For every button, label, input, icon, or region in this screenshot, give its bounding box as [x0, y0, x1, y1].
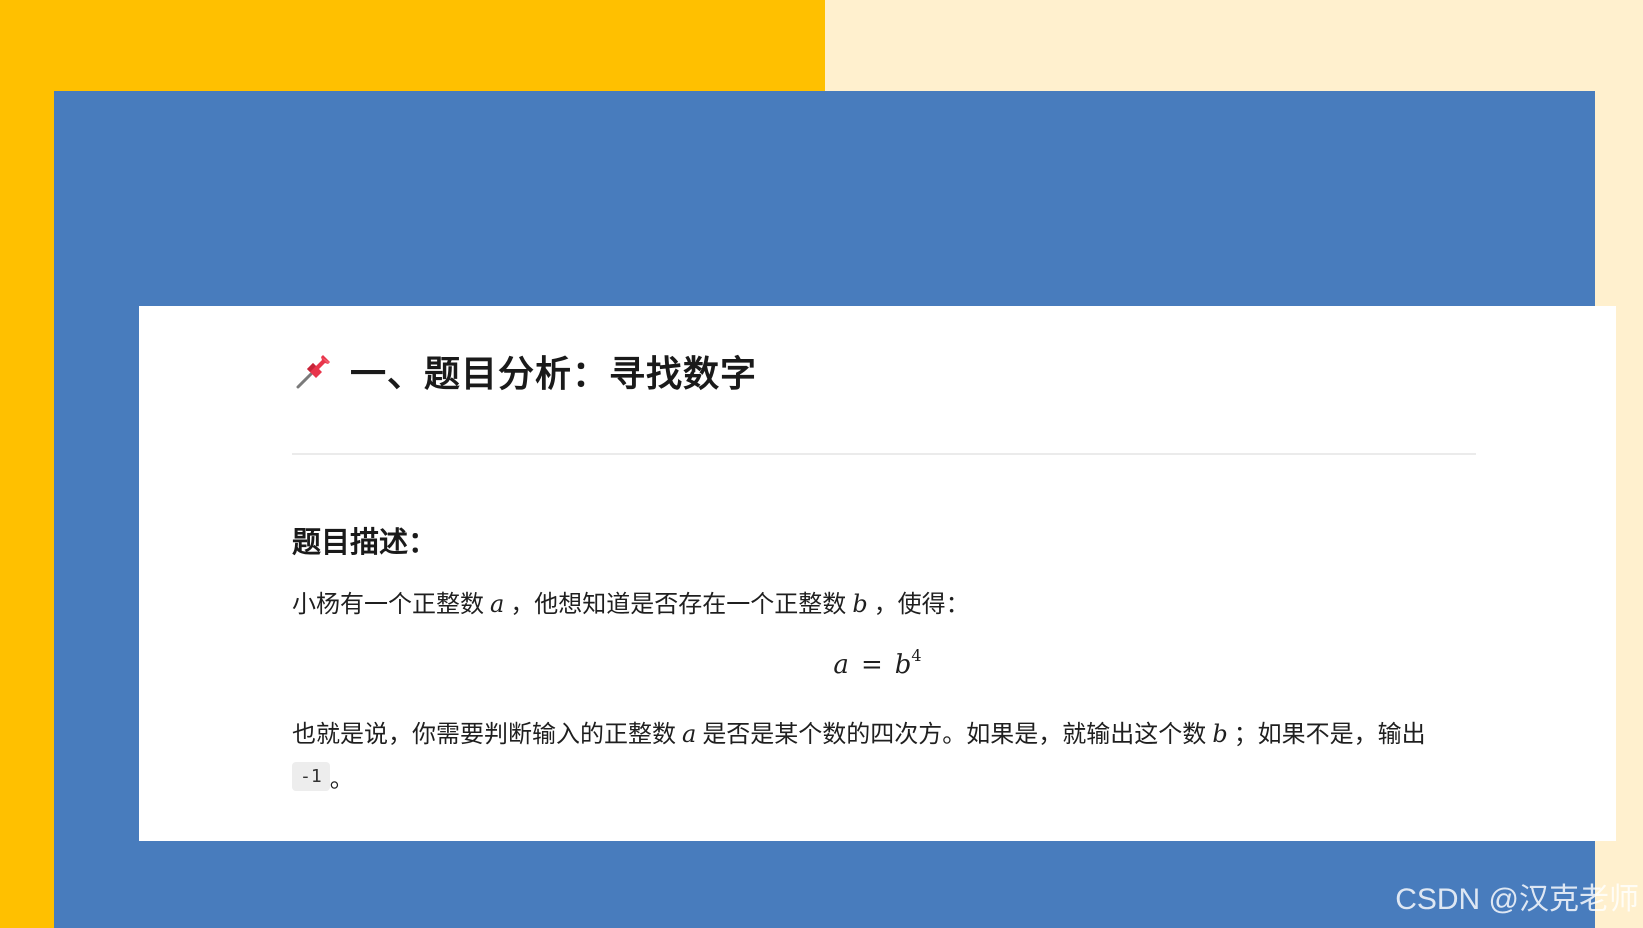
variable-a: a — [490, 590, 505, 618]
divider — [292, 453, 1476, 455]
formula-exponent: 4 — [911, 646, 922, 665]
paragraph-continuation: -1。 — [292, 759, 354, 794]
heading-text: 一、题目分析：寻找数字 — [350, 354, 758, 395]
content-card: 一、题目分析：寻找数字 题目描述： 小杨有一个正整数 a ，他想知道是否存在一个正整… — [139, 306, 1616, 841]
paragraph-explanation: 也就是说，你需要判断输入的正整数 a 是否是某个数的四次方。如果是，就输出这个数 b；… — [292, 714, 1426, 749]
period-text: 。 — [329, 765, 354, 793]
paragraph-text: ；如果不是，输出 — [1233, 720, 1426, 748]
pushpin-icon — [292, 349, 336, 393]
formula-lhs: a — [833, 650, 849, 680]
paragraph-text: 是否是某个数的四次方。如果是，就输出这个数 — [702, 720, 1207, 748]
page-heading: 一、题目分析：寻找数字 — [292, 346, 757, 396]
variable-b: b — [852, 590, 868, 618]
section-title: 题目描述： — [292, 525, 438, 559]
paragraph-description: 小杨有一个正整数 a ，他想知道是否存在一个正整数 b ，使得： — [292, 584, 970, 619]
formula-operator: = — [860, 650, 883, 680]
math-formula: a = b4 — [139, 646, 1616, 680]
variable-b: b — [1212, 720, 1228, 748]
inline-code: -1 — [292, 762, 330, 791]
variable-a: a — [682, 720, 697, 748]
blue-panel: 一、题目分析：寻找数字 题目描述： 小杨有一个正整数 a ，他想知道是否存在一个正整… — [54, 91, 1616, 928]
paragraph-text: ，使得： — [873, 590, 970, 618]
paragraph-text: 也就是说，你需要判断输入的正整数 — [292, 720, 676, 748]
paragraph-text: 小杨有一个正整数 — [292, 590, 484, 618]
paragraph-text: ，他想知道是否存在一个正整数 — [510, 590, 847, 618]
formula-base: b — [894, 650, 912, 680]
watermark: CSDN @汉克老师 — [1395, 883, 1639, 916]
